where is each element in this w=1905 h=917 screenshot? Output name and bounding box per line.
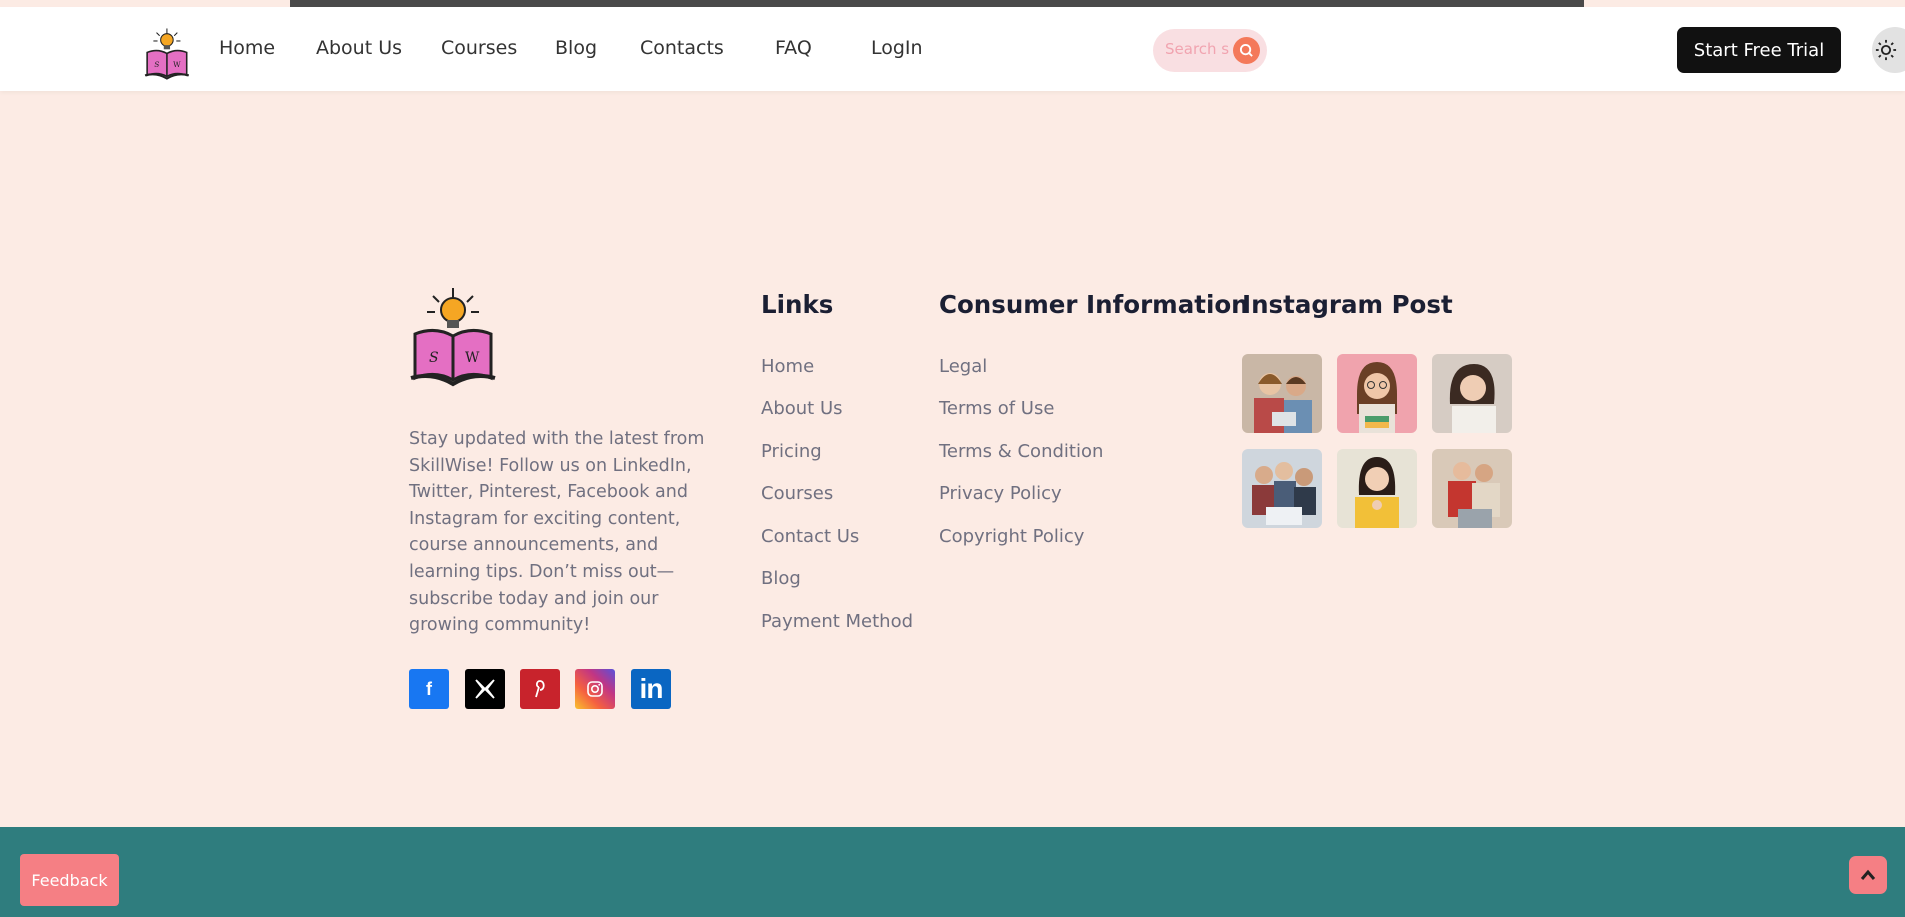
footer-link-legal[interactable]: Legal bbox=[939, 356, 987, 377]
top-navbar: S W Home About Us Courses Blog Contacts … bbox=[0, 7, 1905, 91]
links-heading: Links bbox=[761, 290, 834, 319]
search-button[interactable] bbox=[1233, 37, 1260, 64]
x-twitter-link[interactable] bbox=[465, 669, 505, 709]
nav-login[interactable]: LogIn bbox=[871, 37, 923, 59]
linkedin-icon: in bbox=[639, 673, 664, 704]
instagram-icon bbox=[587, 681, 603, 697]
nav-courses[interactable]: Courses bbox=[441, 37, 517, 59]
svg-text:S: S bbox=[154, 60, 159, 69]
nav-contacts[interactable]: Contacts bbox=[640, 37, 724, 59]
start-free-trial-button[interactable]: Start Free Trial bbox=[1677, 27, 1841, 73]
footer-link-privacy-policy[interactable]: Privacy Policy bbox=[939, 483, 1062, 504]
search-input[interactable] bbox=[1165, 40, 1237, 58]
instagram-post-6[interactable] bbox=[1432, 449, 1512, 528]
footer-link-courses[interactable]: Courses bbox=[761, 483, 833, 504]
nav-faq[interactable]: FAQ bbox=[775, 37, 812, 59]
x-twitter-icon bbox=[475, 679, 495, 699]
facebook-link[interactable]: f bbox=[409, 669, 449, 709]
search-box bbox=[1153, 29, 1267, 72]
instagram-heading: Instagram Post bbox=[1242, 290, 1453, 319]
footer-link-terms-of-use[interactable]: Terms of Use bbox=[939, 398, 1054, 419]
footer-link-about-us[interactable]: About Us bbox=[761, 398, 843, 419]
pinterest-icon bbox=[535, 680, 545, 698]
theme-toggle-button[interactable] bbox=[1872, 27, 1905, 73]
footer-link-blog[interactable]: Blog bbox=[761, 568, 801, 589]
svg-text:W: W bbox=[465, 350, 480, 366]
sun-icon bbox=[1875, 39, 1897, 61]
svg-text:S: S bbox=[429, 350, 439, 366]
footer-link-copyright-policy[interactable]: Copyright Policy bbox=[939, 526, 1084, 547]
scroll-to-top-button[interactable] bbox=[1849, 856, 1887, 894]
instagram-link[interactable] bbox=[575, 669, 615, 709]
footer-about-text: Stay updated with the latest from SkillW… bbox=[409, 429, 705, 636]
consumer-info-heading: Consumer Information bbox=[939, 290, 1249, 319]
instagram-post-5[interactable] bbox=[1337, 449, 1417, 528]
facebook-icon: f bbox=[426, 678, 432, 699]
site-logo[interactable]: S W bbox=[144, 23, 194, 85]
linkedin-link[interactable]: in bbox=[631, 669, 671, 709]
feedback-button[interactable]: Feedback bbox=[20, 854, 119, 906]
svg-text:W: W bbox=[173, 60, 181, 69]
instagram-post-3[interactable] bbox=[1432, 354, 1512, 433]
instagram-post-4[interactable] bbox=[1242, 449, 1322, 528]
instagram-post-2[interactable] bbox=[1337, 354, 1417, 433]
search-icon bbox=[1239, 43, 1253, 57]
instagram-post-1[interactable] bbox=[1242, 354, 1322, 433]
pinterest-link[interactable] bbox=[520, 669, 560, 709]
footer-link-terms-condition[interactable]: Terms & Condition bbox=[939, 441, 1103, 462]
top-progress-line bbox=[290, 0, 1584, 7]
nav-home[interactable]: Home bbox=[219, 37, 275, 59]
footer-link-pricing[interactable]: Pricing bbox=[761, 441, 822, 462]
nav-blog[interactable]: Blog bbox=[555, 37, 597, 59]
footer-link-home[interactable]: Home bbox=[761, 356, 814, 377]
footer-bottom-band bbox=[0, 827, 1905, 917]
nav-about-us[interactable]: About Us bbox=[316, 37, 402, 59]
footer-link-payment-method[interactable]: Payment Method bbox=[761, 611, 913, 632]
footer-logo[interactable]: S W bbox=[409, 286, 505, 388]
chevron-up-icon bbox=[1860, 869, 1876, 880]
footer-link-contact-us[interactable]: Contact Us bbox=[761, 526, 859, 547]
